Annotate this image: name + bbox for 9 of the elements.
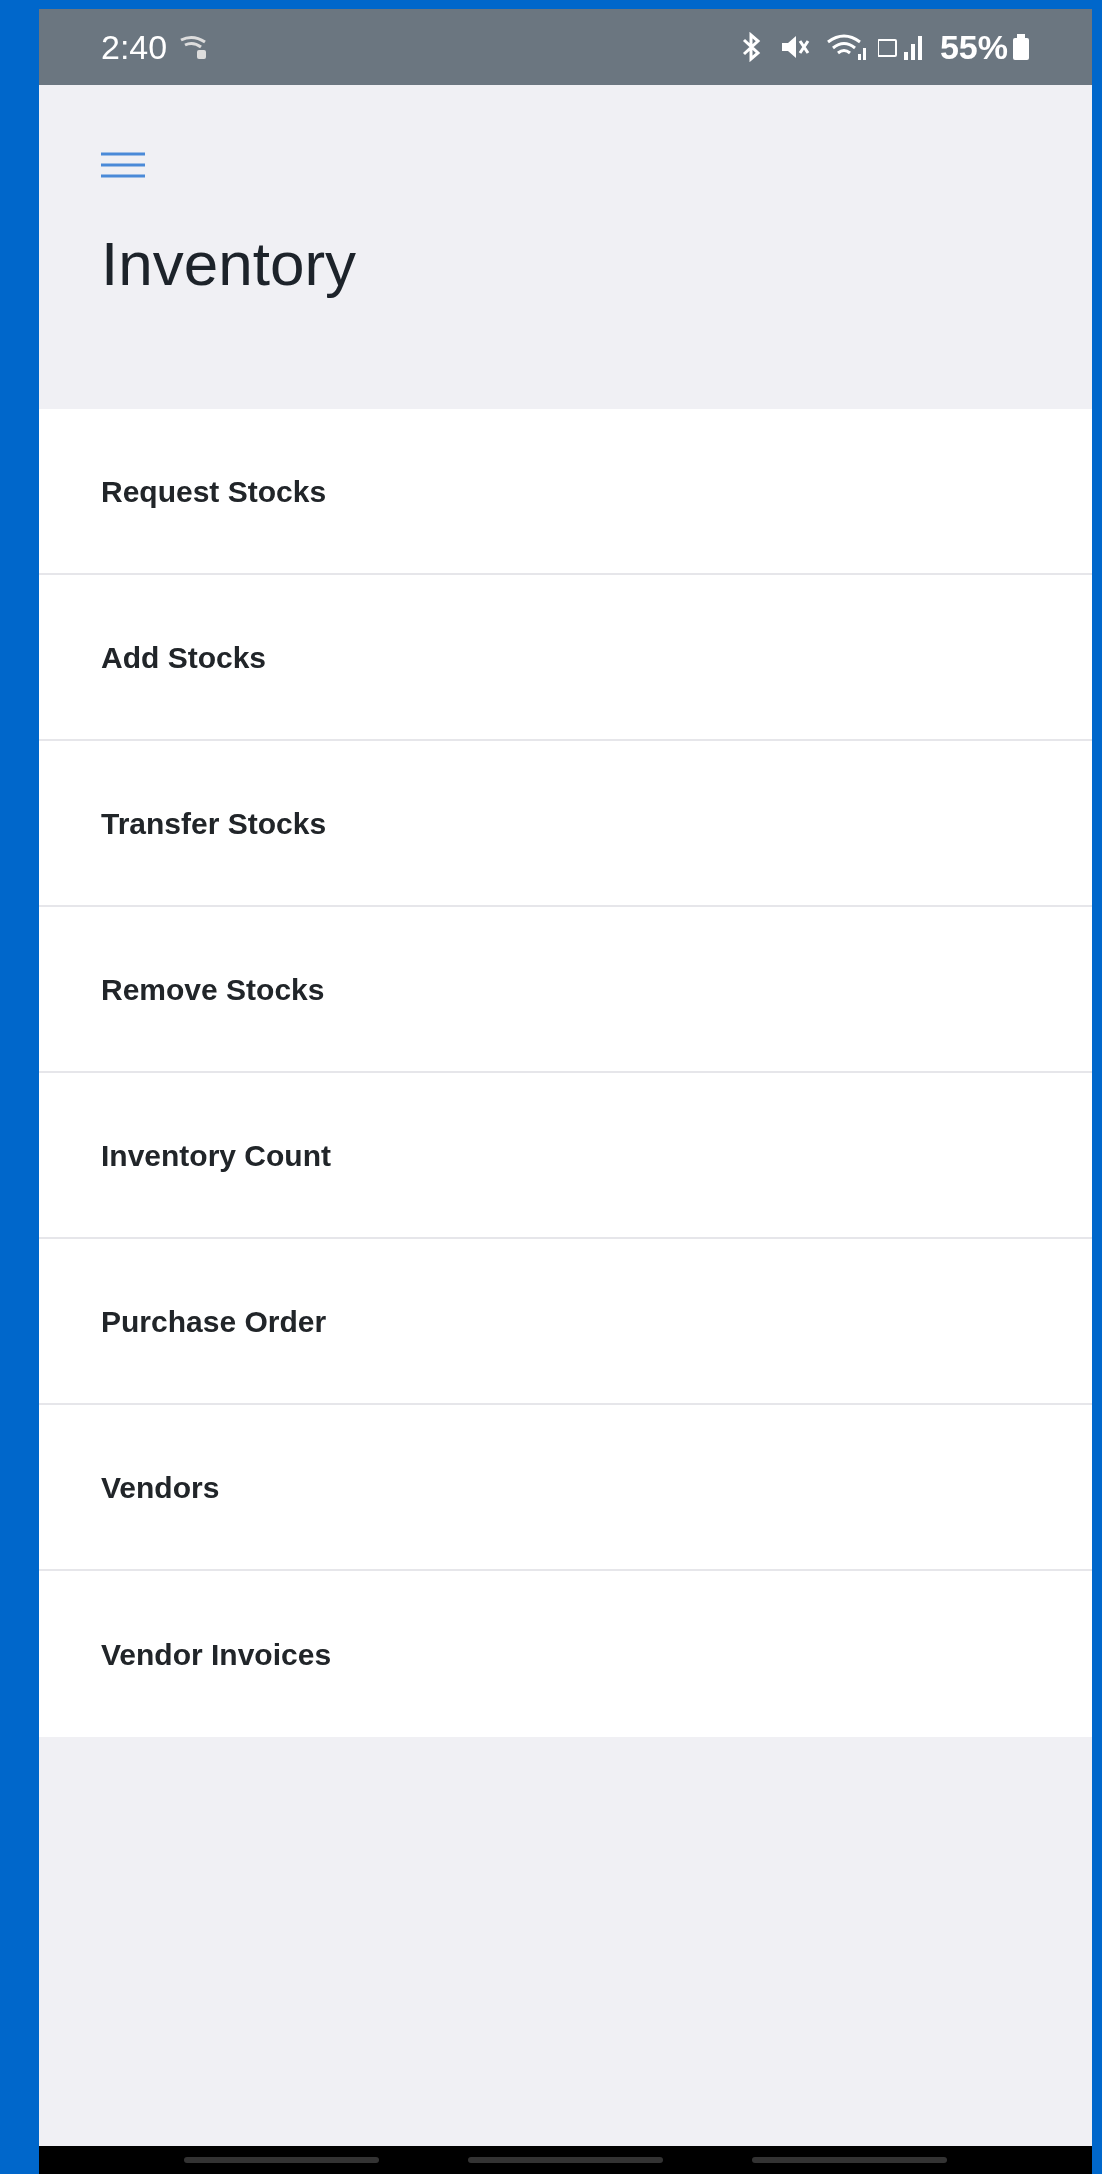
battery-percent: 55% [939, 26, 1008, 68]
nav-handle[interactable] [752, 2157, 948, 2163]
battery-icon [1012, 32, 1030, 62]
nav-handle[interactable] [183, 2157, 379, 2163]
wifi-icon [825, 32, 866, 62]
status-time: 2:40 [101, 26, 168, 68]
mute-icon [779, 33, 810, 61]
menu-icon [101, 152, 145, 178]
nav-handle[interactable] [468, 2157, 663, 2163]
